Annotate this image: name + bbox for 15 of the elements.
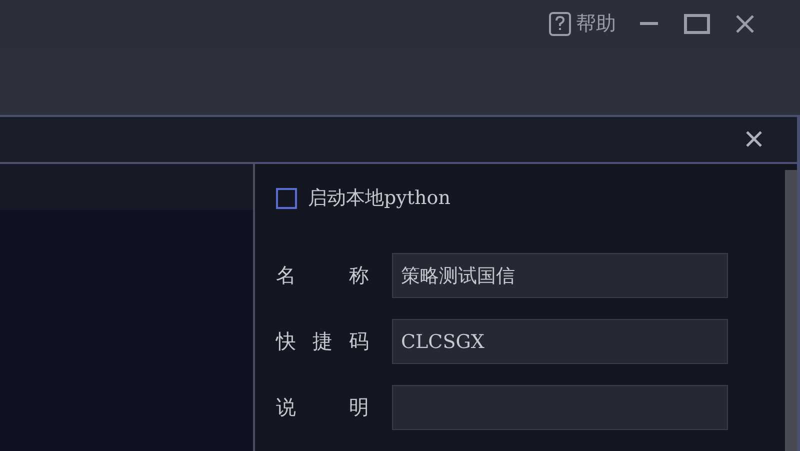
close-icon	[735, 14, 755, 34]
field-label: 说明	[276, 394, 369, 421]
local-python-checkbox[interactable]: 启动本地python	[276, 185, 785, 211]
checkbox-icon[interactable]	[276, 188, 297, 208]
help-button[interactable]: 帮助	[548, 10, 616, 38]
close-icon	[745, 130, 763, 148]
field-label: 快捷码	[276, 328, 369, 355]
field-label: 名称	[276, 262, 369, 289]
help-icon	[548, 10, 572, 37]
minimize-icon	[640, 22, 658, 26]
input-field[interactable]	[392, 385, 728, 430]
input-field[interactable]: 策略测试国信	[392, 253, 728, 298]
input-field[interactable]: CLCSGX	[392, 319, 728, 364]
maximize-icon	[684, 14, 710, 34]
scrollbar[interactable]	[785, 170, 797, 451]
